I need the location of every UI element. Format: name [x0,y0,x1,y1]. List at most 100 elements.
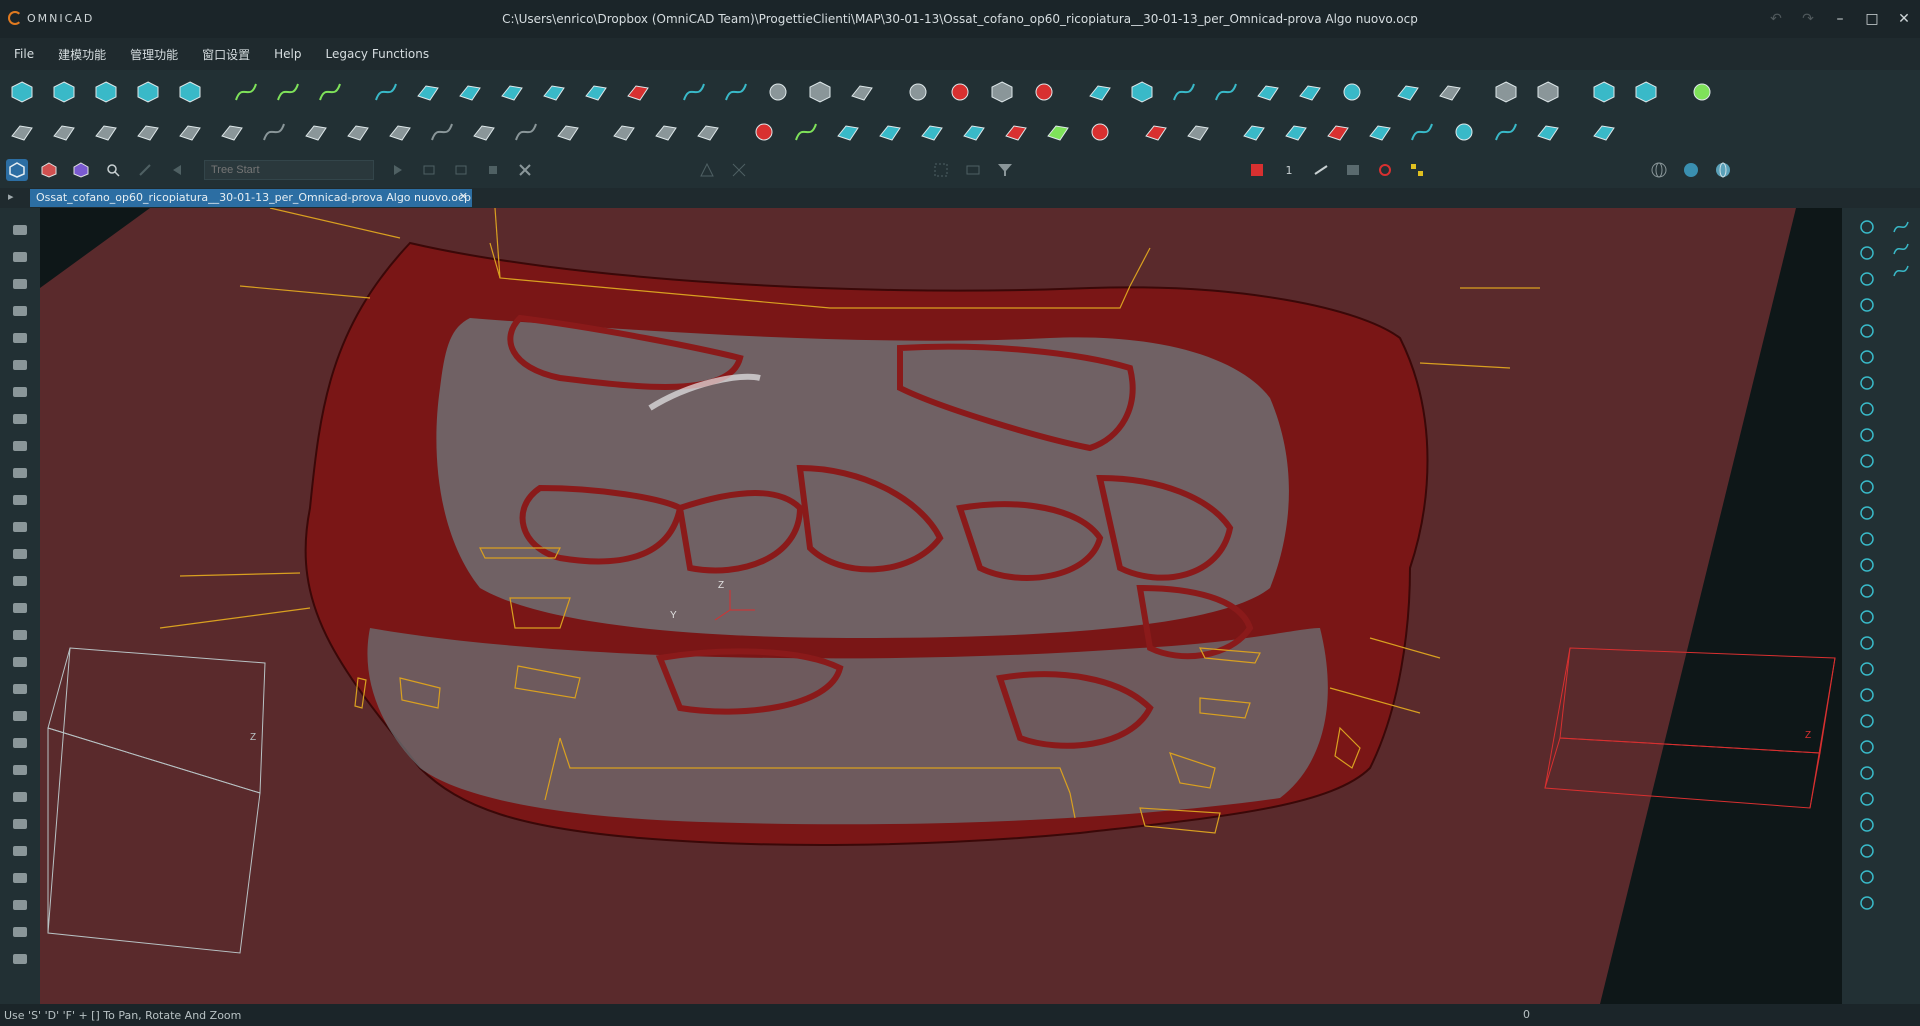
snap-icon[interactable] [930,159,952,181]
layers-stack-icon[interactable] [9,814,31,834]
doc-4-icon[interactable] [216,116,248,148]
arc-cross-icon[interactable] [1856,372,1878,394]
leaf-icon[interactable] [9,301,31,321]
grad-cap-green-icon[interactable] [1042,116,1074,148]
doc-6-icon[interactable] [384,116,416,148]
pie-icon[interactable] [9,787,31,807]
doc-2-icon[interactable] [132,116,164,148]
grad-cap-red-icon[interactable] [1000,116,1032,148]
stack-icon[interactable] [1532,76,1564,108]
fish-icon[interactable] [9,274,31,294]
surface-filter-icon[interactable] [70,159,92,181]
circle-fillet-icon[interactable] [1856,684,1878,706]
play-icon[interactable] [386,159,408,181]
u-shape-icon[interactable] [1490,116,1522,148]
corner-icon[interactable] [1856,788,1878,810]
rendered-view-icon[interactable] [1712,159,1734,181]
extrude-icon[interactable] [1126,76,1158,108]
cube-icon[interactable] [48,76,80,108]
doc-icon[interactable] [90,116,122,148]
snake-icon[interactable] [9,922,31,942]
brush-2-icon[interactable] [9,544,31,564]
circle-center-icon[interactable] [1856,632,1878,654]
rainbow-icon[interactable] [790,116,822,148]
arch-icon[interactable] [902,76,934,108]
mesh-grid-icon[interactable] [1294,76,1326,108]
document-tab-close-icon[interactable]: ✕ [459,190,468,203]
circle-icon[interactable] [1856,502,1878,524]
text-a-icon[interactable] [9,409,31,429]
hook-icon[interactable] [1406,116,1438,148]
doc-7-icon[interactable] [468,116,500,148]
path-icon[interactable] [426,116,458,148]
xyz-axis-icon[interactable] [9,328,31,348]
wireframe-view-icon[interactable] [1648,159,1670,181]
bracket-icon[interactable] [510,116,542,148]
arrow-left-icon[interactable] [166,159,188,181]
spline-red-icon[interactable] [314,76,346,108]
maximize-button[interactable]: □ [1856,0,1888,38]
grid-cube-icon[interactable] [986,76,1018,108]
layers-green-icon[interactable] [9,868,31,888]
dot-surface-icon[interactable] [608,116,640,148]
curve-pen-icon[interactable] [9,598,31,618]
menu-window-settings[interactable]: 窗口设置 [202,46,250,63]
bend-icon[interactable] [1140,116,1172,148]
panel-icon[interactable] [1238,116,1270,148]
bookmark-icon[interactable] [9,679,31,699]
surface-patch-icon[interactable] [580,76,612,108]
line-icon[interactable] [678,76,710,108]
chart-icon[interactable] [552,116,584,148]
box-solid-icon[interactable] [6,76,38,108]
search-icon[interactable] [102,159,124,181]
menu-modeling[interactable]: 建模功能 [58,46,106,63]
eraser-icon[interactable] [300,116,332,148]
transform-icon[interactable] [258,116,290,148]
lamp-icon[interactable] [9,706,31,726]
view-select-icon[interactable] [6,159,28,181]
hexagon-2-icon[interactable] [1856,736,1878,758]
doc-blue-icon[interactable] [916,116,948,148]
hexagon-3-icon[interactable] [1856,762,1878,784]
paste-icon[interactable] [1630,76,1662,108]
revolve-icon[interactable] [1336,76,1368,108]
panel-2-icon[interactable] [1280,116,1312,148]
xyz-grid-icon[interactable] [9,382,31,402]
tree-start-input[interactable] [204,160,374,180]
wave-icon[interactable] [9,571,31,591]
minimize-button[interactable]: – [1824,0,1856,38]
hexagon-icon[interactable] [1856,606,1878,628]
circle-tangent-icon[interactable] [1856,528,1878,550]
pencil-icon[interactable] [134,159,156,181]
slab-2-icon[interactable] [692,116,724,148]
layer-icon[interactable] [1342,159,1364,181]
delete-icon[interactable] [514,159,536,181]
menu-management[interactable]: 管理功能 [130,46,178,63]
arc-icon[interactable] [370,76,402,108]
wall-icon[interactable] [832,116,864,148]
rect-point-icon[interactable] [9,463,31,483]
redo-button[interactable]: ↷ [1792,0,1824,38]
spline-multi-icon[interactable] [272,76,304,108]
layers-red-icon[interactable] [9,841,31,861]
surface-edit-icon[interactable] [622,76,654,108]
line-seg-icon[interactable] [1856,268,1878,290]
cube-teal-icon[interactable] [1856,892,1878,914]
fold-icon[interactable] [1182,116,1214,148]
cut-icon[interactable] [1322,116,1354,148]
surface-grid-icon[interactable] [412,76,444,108]
spline-right-1-icon[interactable] [1890,216,1912,238]
color-picker-icon[interactable] [1246,159,1268,181]
grad-cap-icon[interactable] [958,116,990,148]
undo-button[interactable]: ↶ [1760,0,1792,38]
gear-plus-icon[interactable] [1084,116,1116,148]
copy-icon[interactable] [1588,76,1620,108]
menu-file[interactable]: File [14,47,34,61]
arc-point-icon[interactable] [1856,320,1878,342]
rls-icon[interactable] [48,116,80,148]
curve-bend-icon[interactable] [1856,398,1878,420]
stop-icon[interactable] [482,159,504,181]
bucket-icon[interactable] [9,247,31,267]
star-icon[interactable] [1448,116,1480,148]
3d-viewport[interactable]: Z Y Z Z [40,208,1842,1004]
